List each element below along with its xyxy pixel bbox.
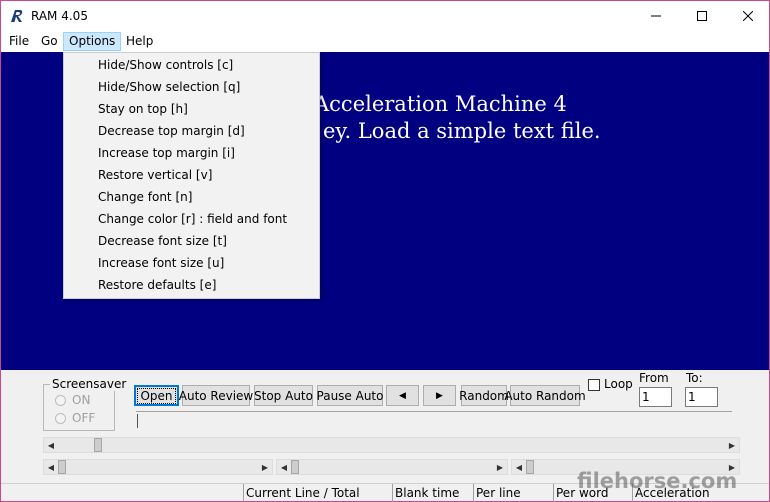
screensaver-group: Screensaver ON OFF — [43, 377, 129, 431]
open-button-label: Open — [137, 387, 176, 404]
menu-item-hide-show-selection[interactable]: Hide/Show selection [q] — [65, 76, 318, 98]
menu-item-restore-vertical[interactable]: Restore vertical [v] — [65, 164, 318, 186]
minimize-icon — [651, 15, 661, 17]
scroll-left-arrow-icon[interactable]: ◀ — [44, 438, 58, 452]
previous-button[interactable]: ◀ — [386, 385, 419, 406]
loop-checkbox[interactable] — [588, 379, 600, 391]
maximize-button[interactable] — [679, 1, 725, 31]
scroll-right-arrow-icon[interactable]: ▶ — [493, 460, 507, 474]
scroll-thumb[interactable] — [291, 460, 299, 474]
app-r-icon — [11, 10, 23, 22]
position-track[interactable] — [136, 411, 732, 427]
close-icon — [743, 11, 753, 21]
menu-item-increase-top-margin[interactable]: Increase top margin [i] — [65, 142, 318, 164]
menu-options[interactable]: Options — [63, 32, 122, 51]
menu-item-decrease-font-size[interactable]: Decrease font size [t] — [65, 230, 318, 252]
next-button[interactable]: ▶ — [423, 385, 456, 406]
auto-review-button[interactable]: Auto Review — [179, 385, 253, 406]
menu-item-decrease-top-margin[interactable]: Decrease top margin [d] — [65, 120, 318, 142]
window-title: RAM 4.05 — [31, 9, 88, 23]
pause-auto-button[interactable]: Pause Auto — [317, 385, 383, 406]
title-bar: RAM 4.05 — [1, 1, 769, 31]
scroll-right-arrow-icon[interactable]: ▶ — [258, 460, 272, 474]
scroll-right-arrow-icon[interactable]: ▶ — [725, 438, 739, 452]
menu-go[interactable]: Go — [35, 32, 64, 51]
menu-file[interactable]: File — [3, 32, 35, 51]
close-button[interactable] — [725, 1, 770, 31]
status-blank-time: Blank time — [392, 484, 472, 502]
scroll-left-arrow-icon[interactable]: ◀ — [44, 460, 58, 474]
to-input[interactable]: 1 — [685, 387, 718, 407]
random-button[interactable]: Random — [459, 385, 509, 406]
status-current-line: Current Line / Total — [243, 484, 391, 502]
to-label: To: — [686, 371, 703, 385]
menu-item-change-font[interactable]: Change font [n] — [65, 186, 318, 208]
scroll-thumb[interactable] — [526, 460, 534, 474]
menu-item-stay-on-top[interactable]: Stay on top [h] — [65, 98, 318, 120]
scroll-thumb[interactable] — [58, 460, 66, 474]
status-per-line: Per line — [473, 484, 553, 502]
position-tick — [137, 414, 138, 428]
controls-panel: Screensaver ON OFF Open Auto Review Stop… — [1, 370, 769, 483]
menu-bar: File Go Options Help — [1, 31, 769, 52]
menu-item-restore-defaults[interactable]: Restore defaults [e] — [65, 274, 318, 296]
radio-circle-icon — [55, 412, 66, 424]
open-button[interactable]: Open — [134, 385, 179, 406]
next-arrow-icon: ▶ — [436, 390, 443, 401]
per-line-scrollbar[interactable]: ◀ ▶ — [276, 459, 508, 475]
minimize-button[interactable] — [633, 1, 679, 31]
display-line-2: ey. Load a simple text file. — [323, 119, 601, 143]
auto-random-button[interactable]: Auto Random — [504, 385, 586, 406]
screensaver-title: Screensaver — [50, 377, 129, 391]
app-window: RAM 4.05 File Go Options Help Accelerati… — [0, 0, 770, 502]
screensaver-on-label: ON — [72, 393, 91, 407]
menu-help[interactable]: Help — [120, 32, 159, 51]
menu-item-increase-font-size[interactable]: Increase font size [u] — [65, 252, 318, 274]
from-input[interactable]: 1 — [639, 387, 672, 407]
display-line-1: Acceleration Machine 4 — [314, 92, 567, 116]
previous-arrow-icon: ◀ — [399, 390, 406, 401]
stop-auto-button[interactable]: Stop Auto — [254, 385, 313, 406]
speed-scrollbar[interactable]: ◀ ▶ — [43, 437, 740, 453]
blank-time-scrollbar[interactable]: ◀ ▶ — [43, 459, 273, 475]
menu-item-hide-show-controls[interactable]: Hide/Show controls [c] — [65, 54, 318, 76]
scroll-left-arrow-icon[interactable]: ◀ — [512, 460, 526, 474]
screensaver-on-radio[interactable]: ON — [55, 393, 90, 407]
screensaver-off-label: OFF — [72, 411, 96, 425]
scroll-thumb[interactable] — [94, 438, 102, 452]
radio-circle-icon — [55, 394, 66, 406]
screensaver-off-radio[interactable]: OFF — [55, 411, 95, 425]
loop-label: Loop — [604, 377, 633, 391]
maximize-icon — [697, 11, 707, 21]
menu-item-change-color[interactable]: Change color [r] : field and font — [65, 208, 318, 230]
from-label: From — [639, 371, 669, 385]
options-menu: Hide/Show controls [c] Hide/Show selecti… — [63, 52, 320, 299]
scroll-left-arrow-icon[interactable]: ◀ — [277, 460, 291, 474]
watermark: filehorse.com — [577, 469, 738, 493]
